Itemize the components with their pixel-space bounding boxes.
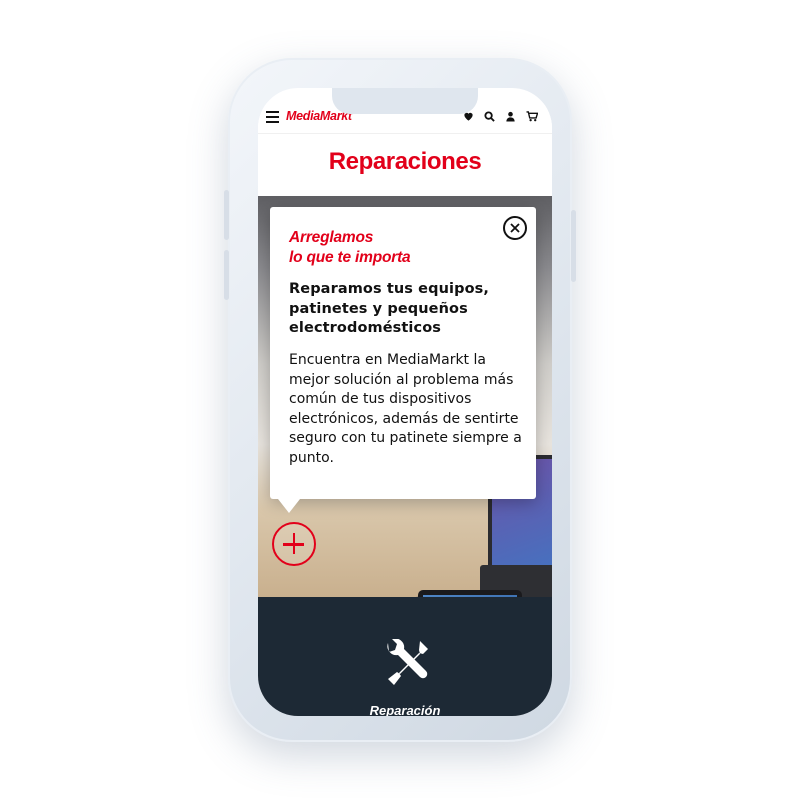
phone-screen: MediaMarkt Reparaciones Arreglamos lo qu…	[258, 88, 552, 716]
popup-body: Encuentra en MediaMarkt la mejor solució…	[289, 352, 522, 466]
menu-icon[interactable]	[266, 111, 279, 123]
close-icon	[510, 223, 520, 233]
search-icon[interactable]	[484, 111, 495, 122]
popup-subheading: Reparamos tus equipos, patinetes y peque…	[289, 281, 489, 336]
phone-side-button	[224, 250, 229, 300]
phone-side-button	[224, 190, 229, 240]
info-popup: Arreglamos lo que te importa Reparamos t…	[270, 207, 536, 499]
phone-power-button	[571, 210, 576, 282]
header-actions	[463, 111, 538, 122]
popup-pointer	[278, 499, 300, 513]
close-button[interactable]	[503, 216, 527, 240]
hotspot-plus-button[interactable]	[272, 522, 316, 566]
phone-notch	[332, 88, 478, 114]
title-bar: Reparaciones	[258, 133, 552, 196]
repair-section-label: Reparación	[369, 703, 441, 716]
cart-icon[interactable]	[526, 111, 538, 122]
tools-icon	[387, 639, 428, 685]
popup-heading: Arreglamos lo que te importa	[289, 229, 411, 266]
tablet-illustration	[418, 590, 522, 597]
user-icon[interactable]	[505, 111, 516, 122]
page-title: Reparaciones	[328, 148, 482, 175]
repair-section: Reparación	[258, 597, 552, 716]
